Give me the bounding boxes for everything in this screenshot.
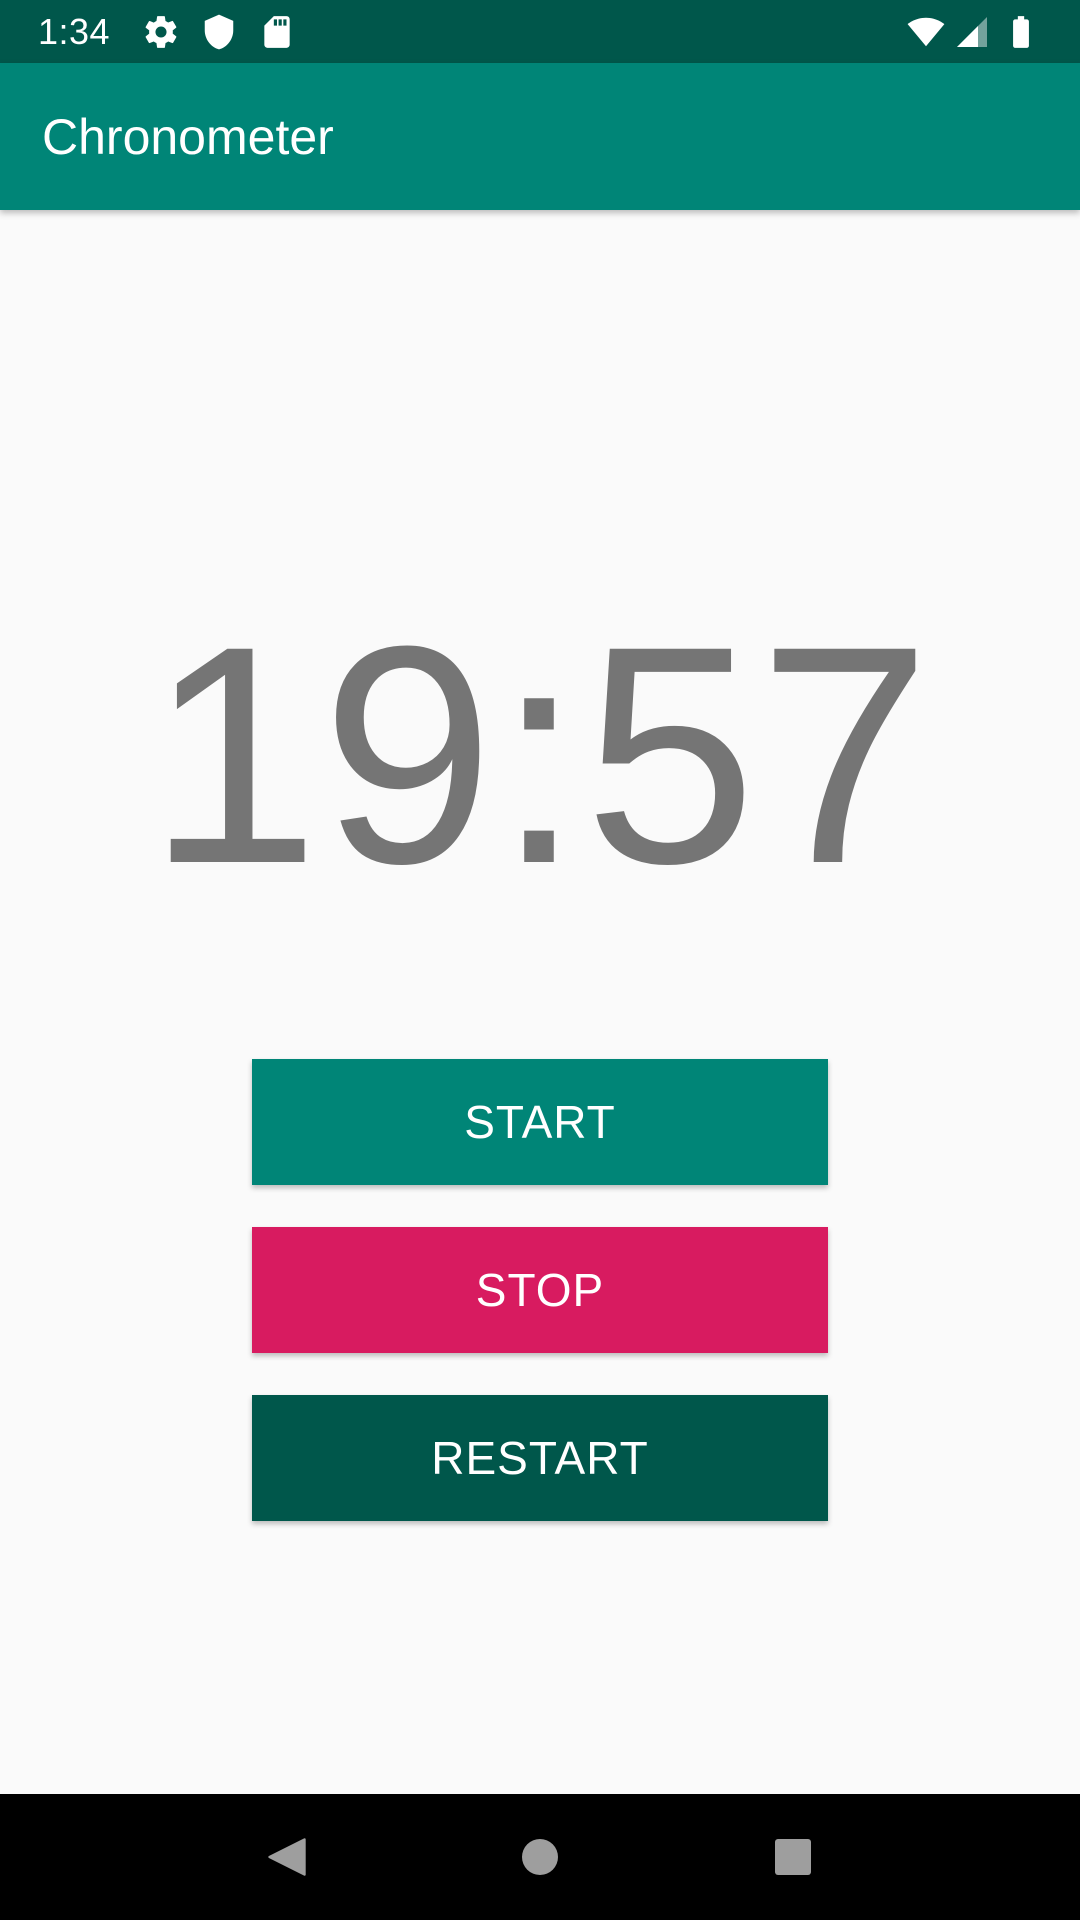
stop-button[interactable]: STOP [252, 1227, 828, 1353]
home-icon[interactable] [510, 1827, 570, 1887]
wifi-icon [906, 13, 945, 51]
back-icon[interactable] [257, 1827, 317, 1887]
app-bar: Chronometer [0, 63, 1080, 210]
battery-icon [1002, 13, 1040, 51]
sd-card-icon [258, 13, 296, 51]
recents-icon[interactable] [763, 1827, 823, 1887]
status-bar: 1:34 [0, 0, 1080, 63]
main-content: 19:57 [0, 210, 1080, 1794]
restart-button[interactable]: RESTART [252, 1395, 828, 1521]
app-title: Chronometer [42, 108, 334, 165]
chronometer-display: 19:57 [147, 581, 933, 928]
status-right-icons [906, 0, 1050, 63]
gear-icon [142, 13, 180, 51]
start-button[interactable]: START [252, 1059, 828, 1185]
cell-signal-icon [954, 13, 992, 51]
status-time: 1:34 [38, 10, 111, 52]
navigation-bar [0, 1794, 1080, 1920]
shield-icon [200, 13, 238, 51]
